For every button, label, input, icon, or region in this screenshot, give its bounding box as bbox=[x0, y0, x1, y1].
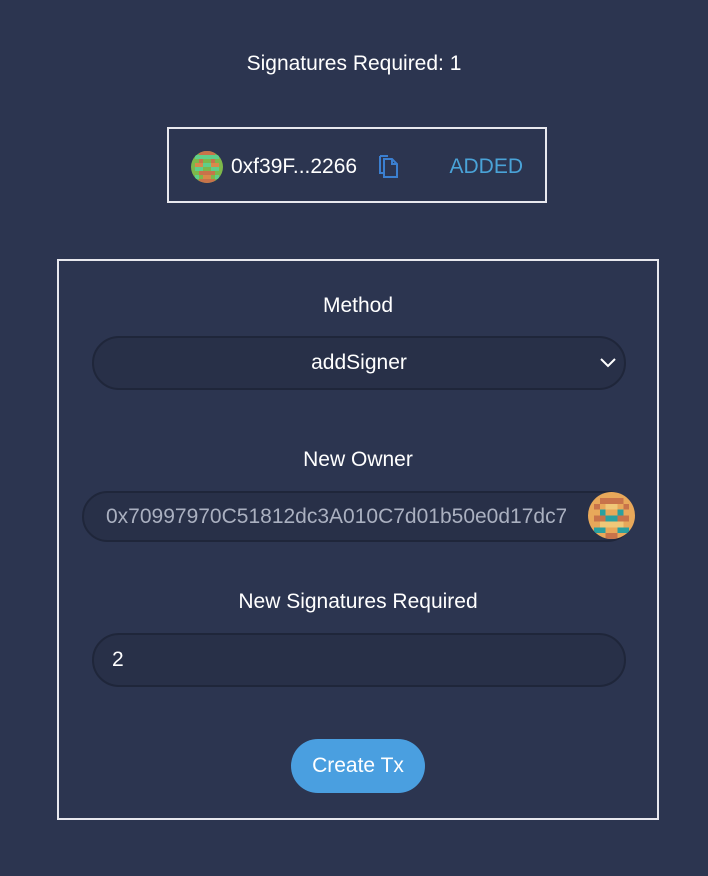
new-owner-label: New Owner bbox=[303, 448, 413, 471]
new-owner-value: 0x70997970C51812dc3A010C7d01b50e0d17dc79… bbox=[106, 505, 566, 528]
method-label: Method bbox=[322, 294, 394, 317]
new-owner-input[interactable]: 0x70997970C51812dc3A010C7d01b50e0d17dc79… bbox=[82, 491, 633, 542]
create-tx-button[interactable]: Create Tx bbox=[291, 739, 425, 793]
new-signatures-required-input[interactable]: 2 bbox=[92, 633, 626, 687]
new-signatures-required-label: New Signatures Required bbox=[238, 590, 478, 613]
signatures-required-text: Signatures Required: 1 bbox=[246, 52, 462, 75]
page: Signatures Required: 1 0xf39F...2266 ADD… bbox=[0, 0, 708, 876]
copy-icon[interactable] bbox=[376, 154, 400, 180]
new-signatures-required-value: 2 bbox=[112, 648, 124, 671]
owner-blockie-avatar-icon bbox=[588, 492, 635, 539]
signer-card: 0xf39F...2266 ADDED bbox=[167, 127, 547, 203]
signer-avatar-icon bbox=[191, 151, 223, 183]
method-select[interactable]: addSigner bbox=[92, 336, 626, 390]
transaction-form: Method addSigner New Owner 0x70997970C51… bbox=[57, 259, 659, 820]
added-status-badge: ADDED bbox=[449, 155, 523, 178]
chevron-down-icon bbox=[598, 354, 618, 370]
method-select-value: addSigner bbox=[311, 351, 407, 374]
signer-address: 0xf39F...2266 bbox=[231, 155, 358, 178]
